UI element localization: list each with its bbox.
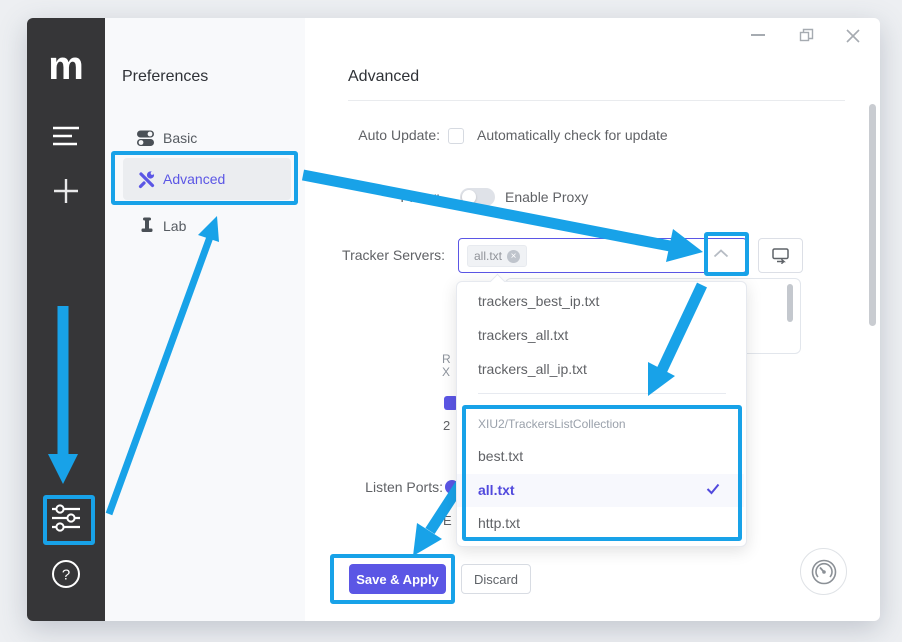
proxy-toggle-knob <box>462 190 476 204</box>
close-button[interactable] <box>845 28 861 44</box>
sidebar-item-lab[interactable]: Lab <box>123 208 291 244</box>
occluded-text-fragment: X <box>442 365 450 379</box>
proxy-label: Proxy: <box>300 189 440 205</box>
tag-close-icon[interactable]: × <box>507 250 520 263</box>
occluded-text-fragment: 2 <box>443 418 450 433</box>
toggles-icon <box>136 129 155 147</box>
speed-limit-button[interactable] <box>800 548 847 595</box>
sync-trackers-button[interactable] <box>758 238 803 273</box>
annotation-box-save <box>330 554 455 604</box>
help-icon[interactable]: ? <box>51 559 81 589</box>
speedometer-icon <box>810 558 838 586</box>
annotation-box-advanced <box>111 151 298 205</box>
dropdown-option[interactable]: trackers_best_ip.txt <box>478 293 599 309</box>
task-list-icon[interactable] <box>52 125 80 147</box>
discard-button[interactable]: Discard <box>461 564 531 594</box>
restore-button[interactable] <box>799 28 814 43</box>
dropdown-divider <box>478 393 726 394</box>
auto-update-checkbox[interactable] <box>448 128 464 144</box>
svg-text:?: ? <box>62 567 70 584</box>
add-task-icon[interactable] <box>52 177 80 205</box>
tracker-servers-label: Tracker Servers: <box>305 247 445 263</box>
annotation-box-chevron <box>704 232 749 276</box>
listen-ports-label: Listen Ports: <box>303 479 443 495</box>
minimize-button[interactable] <box>750 26 766 42</box>
tracker-tag: all.txt × <box>467 245 527 267</box>
occluded-text-fragment: R <box>442 352 451 366</box>
sidebar-item-label: Lab <box>163 218 186 234</box>
preferences-panel <box>105 18 305 621</box>
auto-update-option-label[interactable]: Automatically check for update <box>477 127 668 143</box>
lab-icon <box>138 216 156 234</box>
auto-update-label: Auto Update: <box>300 127 440 143</box>
page-title: Advanced <box>348 68 419 86</box>
title-divider <box>348 100 845 101</box>
textarea-scrollbar[interactable] <box>787 284 793 322</box>
main-scrollbar[interactable] <box>869 104 876 326</box>
annotation-box-dropdown-group <box>462 405 742 541</box>
motrix-logo: m <box>45 46 87 86</box>
annotation-box-sidebar-preferences <box>43 495 95 545</box>
sidebar-item-label: Basic <box>163 130 197 146</box>
occluded-text-fragment: E <box>443 513 452 528</box>
proxy-option-label: Enable Proxy <box>505 189 588 205</box>
dropdown-option[interactable]: trackers_all.txt <box>478 327 568 343</box>
tracker-tag-label: all.txt <box>474 249 502 263</box>
sync-trackers-icon <box>771 247 790 264</box>
preferences-title: Preferences <box>122 68 208 86</box>
dropdown-option[interactable]: trackers_all_ip.txt <box>478 361 587 377</box>
